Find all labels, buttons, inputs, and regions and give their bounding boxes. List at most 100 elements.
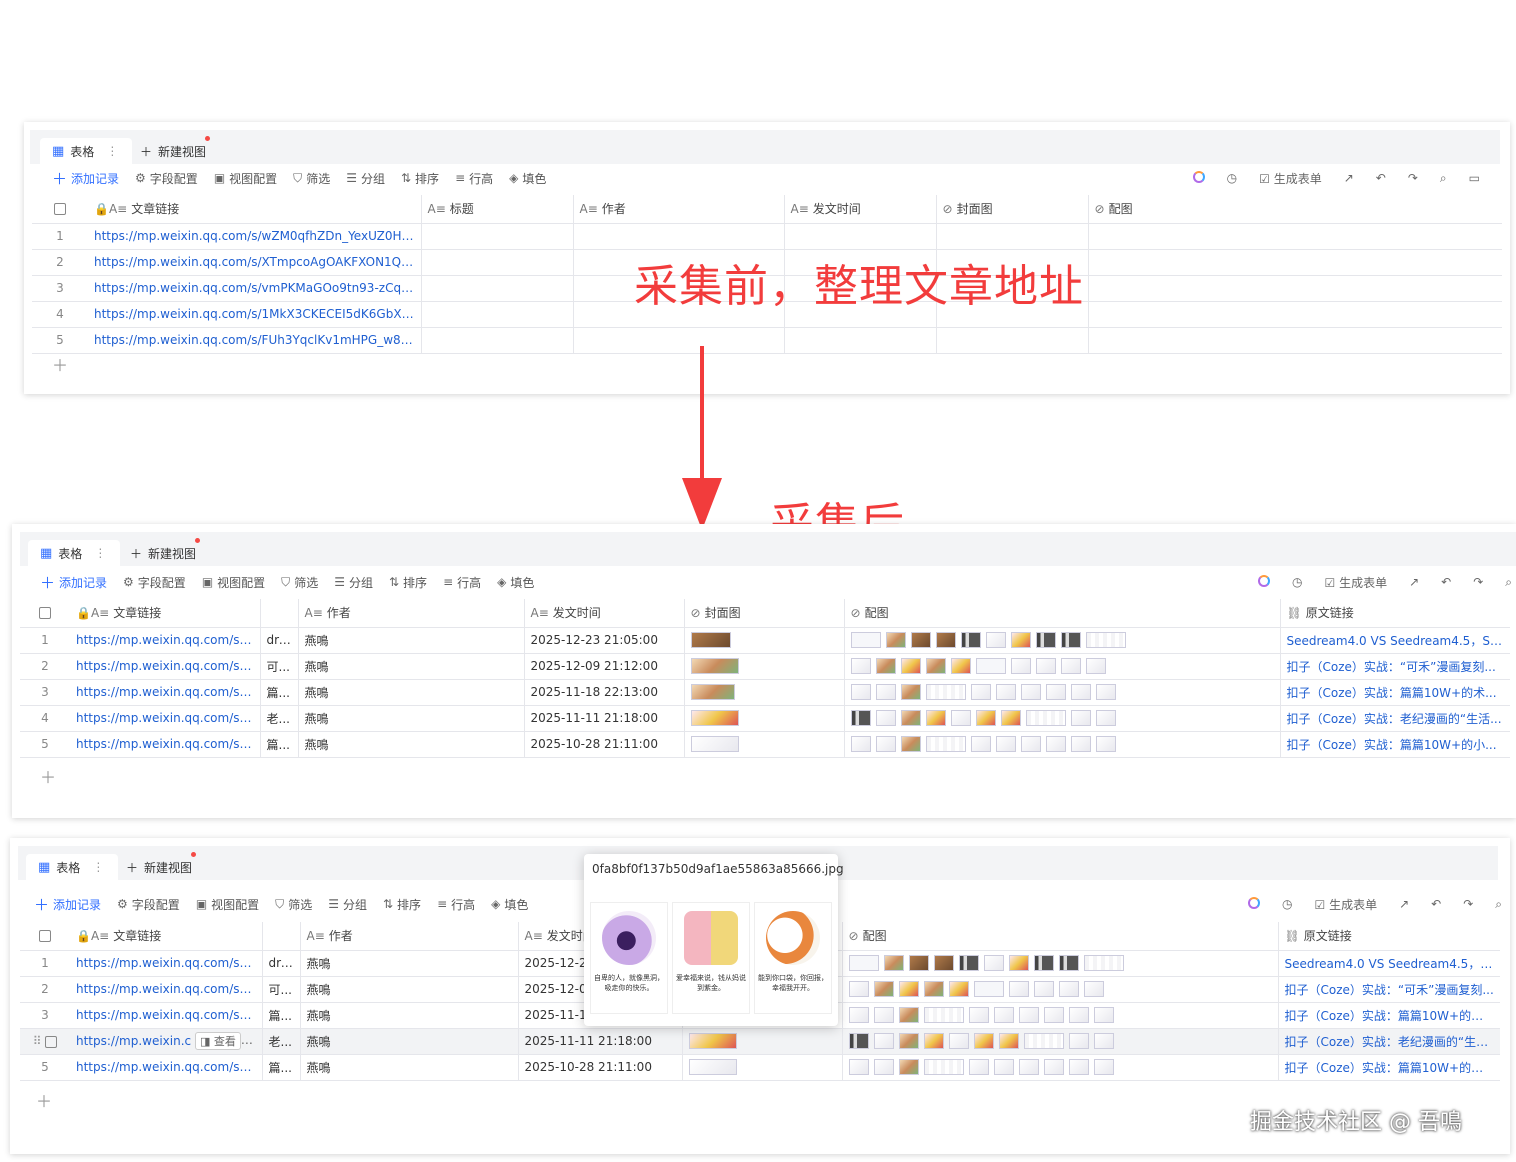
sort-button[interactable]: ⇅ 排序	[401, 170, 439, 187]
images-cell[interactable]	[842, 1054, 1279, 1081]
group-button[interactable]: ☰ 分组	[346, 170, 385, 187]
row-height-button[interactable]: ≡ 行高	[455, 170, 493, 187]
table-row[interactable]: 4 https://mp.weixin.qq.com/s/1... 老... 燕鳴 20…	[20, 705, 1510, 732]
column-header-link[interactable]: 🔒A≡ 文章链接	[70, 922, 263, 951]
column-header-images[interactable]: ⊘ 配图	[1088, 195, 1502, 224]
column-header-title[interactable]: A≡ 标题	[421, 195, 574, 224]
add-record-button[interactable]: ＋添加记录	[40, 572, 107, 593]
table-row[interactable]: 3 https://mp.weixin.qq.com/s/v... 篇... 燕鳴 20…	[20, 679, 1510, 706]
cover-cell[interactable]	[684, 653, 845, 680]
link-cell[interactable]: https://mp.weixin.qq.com/s/vmPKMaGOo9tn9…	[88, 275, 422, 302]
cover-thumbnail[interactable]	[690, 710, 739, 726]
history-icon[interactable]: ◷	[1227, 171, 1237, 185]
column-header-source[interactable]: ⛓ 原文链接	[1280, 599, 1510, 628]
column-header-time[interactable]: A≡ 发文时间	[784, 195, 937, 224]
field-config-button[interactable]: ⚙ 字段配置	[135, 170, 198, 187]
column-header-author[interactable]: A≡ 作者	[300, 922, 519, 951]
more-icon[interactable]: ⋮	[106, 144, 118, 158]
images-cell[interactable]	[844, 627, 1281, 654]
link-cell[interactable]: https://mp.weixin.qq.com/s/wZM0qfhZDn_Ye…	[88, 223, 422, 250]
group-button[interactable]: ☰ 分组	[334, 574, 373, 591]
share-icon[interactable]: ↗	[1409, 575, 1419, 589]
link-cell[interactable]: https://mp.weixin.qq.com/s/1MkX3CKECEI5d…	[88, 301, 422, 328]
column-header-images[interactable]: ⊘ 配图	[844, 599, 1281, 628]
undo-icon[interactable]: ↶	[1376, 171, 1386, 185]
select-all-checkbox[interactable]	[20, 922, 70, 951]
redo-icon[interactable]: ↷	[1473, 575, 1483, 589]
cover-cell[interactable]	[684, 705, 845, 732]
view-config-button[interactable]: ▣ 视图配置	[214, 170, 277, 187]
cover-cell[interactable]	[682, 1054, 843, 1081]
cover-thumbnail[interactable]	[690, 684, 735, 700]
search-icon[interactable]: ⌕	[1505, 575, 1512, 590]
images-cell[interactable]	[844, 679, 1281, 706]
select-all-checkbox[interactable]	[32, 195, 88, 224]
row-height-button[interactable]: ≡ 行高	[437, 896, 475, 913]
images-cell[interactable]	[842, 976, 1279, 1003]
table-row[interactable]: 2 https://mp.weixin.qq.com/s/XT... 可... 燕鳴 2…	[20, 653, 1510, 680]
link-cell[interactable]: https://mp.weixin.qq.com/s/FUh3YqclKv1mH…	[88, 327, 422, 354]
column-header-author[interactable]: A≡ 作者	[298, 599, 525, 628]
images-cell[interactable]	[842, 1002, 1279, 1029]
fill-color-button[interactable]: ◈ 填色	[509, 170, 546, 187]
images-cell[interactable]	[844, 705, 1281, 732]
more-icon[interactable]: ⋮	[92, 860, 104, 874]
row-height-button[interactable]: ≡ 行高	[443, 574, 481, 591]
table-row[interactable]: 1 https://mp.weixin.qq.com/s/w... dre... 燕鳴…	[20, 627, 1510, 654]
generate-form-button[interactable]: ☑ 生成表单	[1259, 170, 1322, 187]
ai-ring-icon[interactable]	[1258, 574, 1270, 590]
filter-button[interactable]: ⛉ 筛选	[281, 574, 318, 591]
table-row[interactable]: 1 https://mp.weixin.qq.com/s/wZM0qfhZDn_Y…	[32, 223, 1502, 250]
add-row-button[interactable]: ＋	[52, 352, 68, 376]
field-config-button[interactable]: ⚙ 字段配置	[117, 896, 180, 913]
table-row[interactable]: 5 https://mp.weixin.qq.com/s/FUh3YqclKv1m…	[32, 327, 1502, 354]
comment-icon[interactable]: ▭	[1469, 171, 1480, 185]
redo-icon[interactable]: ↷	[1463, 897, 1473, 911]
sort-button[interactable]: ⇅ 排序	[383, 896, 421, 913]
cover-thumbnail[interactable]	[688, 1059, 737, 1075]
group-button[interactable]: ☰ 分组	[328, 896, 367, 913]
cover-cell[interactable]	[684, 731, 845, 758]
field-config-button[interactable]: ⚙ 字段配置	[123, 574, 186, 591]
history-icon[interactable]: ◷	[1282, 897, 1292, 911]
fill-color-button[interactable]: ◈ 填色	[497, 574, 534, 591]
view-config-button[interactable]: ▣ 视图配置	[196, 896, 259, 913]
column-header-cover[interactable]: ⊘ 封面图	[684, 599, 845, 628]
filter-button[interactable]: ⛉ 筛选	[293, 170, 330, 187]
cover-cell[interactable]	[682, 1028, 843, 1055]
column-header-cover[interactable]: ⊘ 封面图	[936, 195, 1089, 224]
sort-button[interactable]: ⇅ 排序	[389, 574, 427, 591]
table-row[interactable]: 5 https://mp.weixin.qq.com/s/FU... 篇... 燕鳴 2…	[20, 731, 1510, 758]
filter-button[interactable]: ⛉ 筛选	[275, 896, 312, 913]
column-header-title[interactable]	[260, 599, 299, 628]
link-cell[interactable]: https://mp.weixin.qq.com/s/XTmpcoAgOAKFX…	[88, 249, 422, 276]
column-header-link[interactable]: 🔒A≡ 文章链接	[70, 599, 261, 628]
add-record-button[interactable]: ＋添加记录	[52, 168, 119, 189]
generate-form-button[interactable]: ☑ 生成表单	[1314, 896, 1377, 913]
images-cell[interactable]	[844, 731, 1281, 758]
cover-thumbnail[interactable]	[690, 658, 739, 674]
share-icon[interactable]: ↗	[1399, 897, 1409, 911]
select-all-checkbox[interactable]	[20, 599, 70, 628]
images-cell[interactable]	[844, 653, 1281, 680]
table-row[interactable]: 5 https://mp.weixin.qq.com/s/FU... 篇... 燕鳴 2…	[20, 1054, 1500, 1081]
view-config-button[interactable]: ▣ 视图配置	[202, 574, 265, 591]
column-header-title[interactable]	[262, 922, 301, 951]
add-row-button[interactable]: ＋	[36, 1088, 52, 1112]
column-header-time[interactable]: A≡ 发文时间	[524, 599, 685, 628]
tab-table[interactable]: ▦ 表格 ⋮	[28, 540, 121, 566]
cover-cell[interactable]	[684, 679, 845, 706]
table-row-hovered[interactable]: ⠿ https://mp.weixin.c ◨ 查看 ＋老...燕鳴2025-1…	[20, 1028, 1500, 1055]
undo-icon[interactable]: ↶	[1441, 575, 1451, 589]
history-icon[interactable]: ◷	[1292, 575, 1302, 589]
column-header-author[interactable]: A≡ 作者	[573, 195, 785, 224]
add-row-button[interactable]: ＋	[40, 764, 56, 788]
cover-cell[interactable]	[684, 627, 845, 654]
images-cell[interactable]	[842, 1028, 1279, 1055]
undo-icon[interactable]: ↶	[1431, 897, 1441, 911]
ai-ring-icon[interactable]	[1248, 896, 1260, 912]
images-cell[interactable]	[842, 950, 1279, 977]
image-preview-popup[interactable]: 0fa8bf0f137b50d9af1ae55863a85666.jpg 自卑的…	[584, 854, 844, 1026]
cover-thumbnail[interactable]	[688, 1033, 737, 1049]
tab-new-view[interactable]: ＋ 新建视图	[130, 538, 201, 566]
